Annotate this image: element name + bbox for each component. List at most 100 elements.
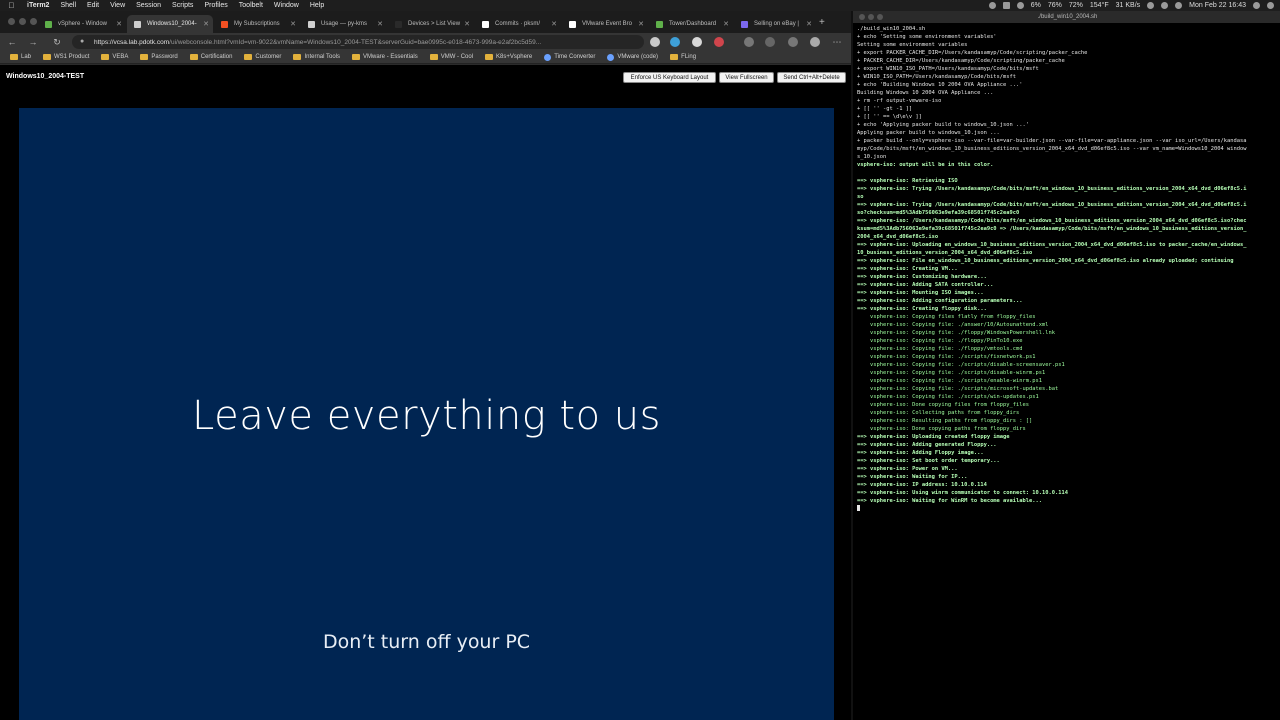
close-icon[interactable]: ✕	[377, 20, 383, 28]
tab-vsphere[interactable]: vSphere - Window ✕	[38, 15, 126, 33]
reload-icon[interactable]: ↻	[51, 36, 63, 48]
new-tab-plus-icon[interactable]: +	[819, 17, 825, 28]
bookmark-vmware-code[interactable]: VMware (code)	[607, 53, 658, 61]
apple-icon[interactable]: 	[8, 1, 15, 10]
tab-commits[interactable]: Commits · pksm/ ✕	[475, 15, 561, 33]
close-icon[interactable]: ✕	[290, 20, 296, 28]
notification-center-icon[interactable]	[1267, 2, 1274, 9]
vm-display[interactable]: Leave everything to us Don’t turn off yo…	[19, 108, 834, 720]
puzzle-icon[interactable]	[744, 37, 754, 47]
terminal-line: ==> vsphere-iso: Adding configuration pa…	[857, 298, 1023, 304]
window-minimize-button[interactable]	[19, 18, 26, 25]
app-status-icon[interactable]	[1002, 2, 1010, 9]
battery-percent[interactable]: 72%	[1069, 2, 1083, 9]
search-icon[interactable]	[1175, 2, 1183, 9]
tab-console[interactable]: Windows10_2004- ✕	[127, 15, 213, 33]
close-icon[interactable]: ✕	[203, 20, 209, 28]
bookmark-time-converter[interactable]: Time Converter	[544, 53, 595, 61]
temperature[interactable]: 154°F	[1090, 2, 1109, 9]
bookmark-certification[interactable]: Certification	[189, 54, 232, 60]
vpn-icon[interactable]	[1016, 2, 1024, 9]
back-arrow-icon[interactable]: ←	[6, 36, 18, 48]
terminal-line: vsphere-iso: Copying file: ./answer/10/A…	[857, 322, 1049, 328]
close-icon[interactable]: ✕	[116, 20, 122, 28]
devices-favicon-icon	[395, 21, 402, 28]
bookmark-password[interactable]: Password	[140, 54, 178, 60]
menu-window[interactable]: Window	[274, 2, 299, 9]
menu-view[interactable]: View	[110, 2, 125, 9]
tab-subscriptions[interactable]: My Subscriptions ✕	[214, 15, 300, 33]
send-ctrl-alt-delete-button[interactable]: Send Ctrl+Alt+Delete	[777, 72, 846, 83]
network-speed[interactable]: 31 KB/s	[1116, 2, 1141, 9]
terminal-line: vsphere-iso: output will be in this colo…	[857, 162, 994, 168]
bookmark-ws1-product[interactable]: WS1 Product	[43, 54, 89, 60]
bookmark-customer[interactable]: Customer	[244, 54, 281, 60]
menu-session[interactable]: Session	[136, 2, 161, 9]
bookmark-fling[interactable]: FLing	[670, 54, 696, 60]
clock[interactable]: Mon Feb 22 16:43	[1189, 2, 1246, 9]
extension-icon[interactable]	[692, 37, 702, 47]
tab-devices[interactable]: Devices > List View ✕	[388, 15, 474, 33]
fullscreen-button[interactable]: View Fullscreen	[719, 72, 774, 83]
extension-icon[interactable]	[650, 37, 660, 47]
menu-toolbelt[interactable]: Toolbelt	[239, 2, 263, 9]
address-bar[interactable]: ● https://vcsa.lab.pdotk.com/ui/webconso…	[72, 35, 644, 49]
url-host: https://vcsa.lab.pdotk.com	[94, 38, 170, 46]
close-icon[interactable]: ✕	[638, 20, 644, 28]
bookmark-k8s-vsphere[interactable]: K8s+Vsphere	[485, 54, 532, 60]
menu-app-name[interactable]: iTerm2	[27, 2, 49, 9]
window-close-button[interactable]	[8, 18, 15, 25]
tab-label: VMware Event Bro	[582, 21, 633, 27]
bookmark-lab[interactable]: Lab	[10, 54, 31, 60]
tab-veba[interactable]: VMware Event Bro ✕	[562, 15, 648, 33]
enforce-keyboard-button[interactable]: Enforce US Keyboard Layout	[623, 72, 716, 83]
close-icon[interactable]: ✕	[806, 20, 812, 28]
reading-list-icon[interactable]	[788, 37, 798, 47]
terminal-line: + WIN10_ISO_PATH=/Users/kandasamyp/Code/…	[857, 74, 1017, 80]
bluetooth-icon[interactable]	[1147, 2, 1155, 9]
more-menu-icon[interactable]: ⋯	[831, 36, 843, 48]
menu-help[interactable]: Help	[310, 2, 324, 9]
window-zoom-button[interactable]	[877, 14, 883, 20]
star-icon[interactable]	[765, 37, 775, 47]
tab-pykms[interactable]: Usage — py-kms ✕	[301, 15, 387, 33]
cpu-usage[interactable]: 6%	[1031, 2, 1041, 9]
setup-message: Leave everything to us	[192, 393, 661, 439]
close-icon[interactable]: ✕	[464, 20, 470, 28]
terminal-line: ==> vsphere-iso: Trying /Users/kandasamy…	[857, 186, 1247, 192]
terminal-line: ==> vsphere-iso: Trying /Users/kandasamy…	[857, 202, 1247, 208]
tab-label: Selling on eBay |	[754, 21, 799, 27]
tab-ebay[interactable]: Selling on eBay | ✕	[734, 15, 816, 33]
bookmark-veba[interactable]: VEBA	[101, 54, 128, 60]
extension-icon[interactable]	[670, 37, 680, 47]
bookmark-vmware-essentials[interactable]: VMware - Essentials	[352, 54, 418, 60]
terminal-cursor-line	[857, 505, 1278, 513]
tab-label: vSphere - Window	[58, 21, 108, 27]
user-icon[interactable]	[1253, 2, 1260, 9]
folder-icon	[293, 54, 302, 60]
extension-icon[interactable]	[714, 37, 724, 47]
window-minimize-button[interactable]	[868, 14, 874, 20]
bookmark-internal-tools[interactable]: Internal Tools	[293, 54, 340, 60]
menu-edit[interactable]: Edit	[87, 2, 99, 9]
close-icon[interactable]: ✕	[723, 20, 729, 28]
window-close-button[interactable]	[859, 14, 865, 20]
tab-tower[interactable]: Tower/Dashboard ✕	[649, 15, 733, 33]
link-icon	[607, 53, 615, 61]
menu-shell[interactable]: Shell	[60, 2, 76, 9]
window-zoom-button[interactable]	[30, 18, 37, 25]
tab-label: Devices > List View	[408, 21, 461, 27]
close-icon[interactable]: ✕	[551, 20, 557, 28]
profile-avatar-icon[interactable]	[810, 37, 820, 47]
record-icon[interactable]	[988, 2, 996, 9]
bookmark-vmw-cool[interactable]: VMW - Cool	[429, 54, 473, 60]
terminal-output[interactable]: ./build_win10_2004.sh + echo 'Setting som…	[857, 25, 1278, 715]
menu-scripts[interactable]: Scripts	[172, 2, 193, 9]
lock-icon[interactable]: ●	[80, 38, 87, 46]
memory-usage[interactable]: 76%	[1048, 2, 1062, 9]
ebay-favicon-icon	[741, 21, 748, 28]
wifi-icon[interactable]	[1161, 2, 1169, 9]
menu-profiles[interactable]: Profiles	[204, 2, 227, 9]
forward-arrow-icon[interactable]: →	[27, 36, 39, 48]
